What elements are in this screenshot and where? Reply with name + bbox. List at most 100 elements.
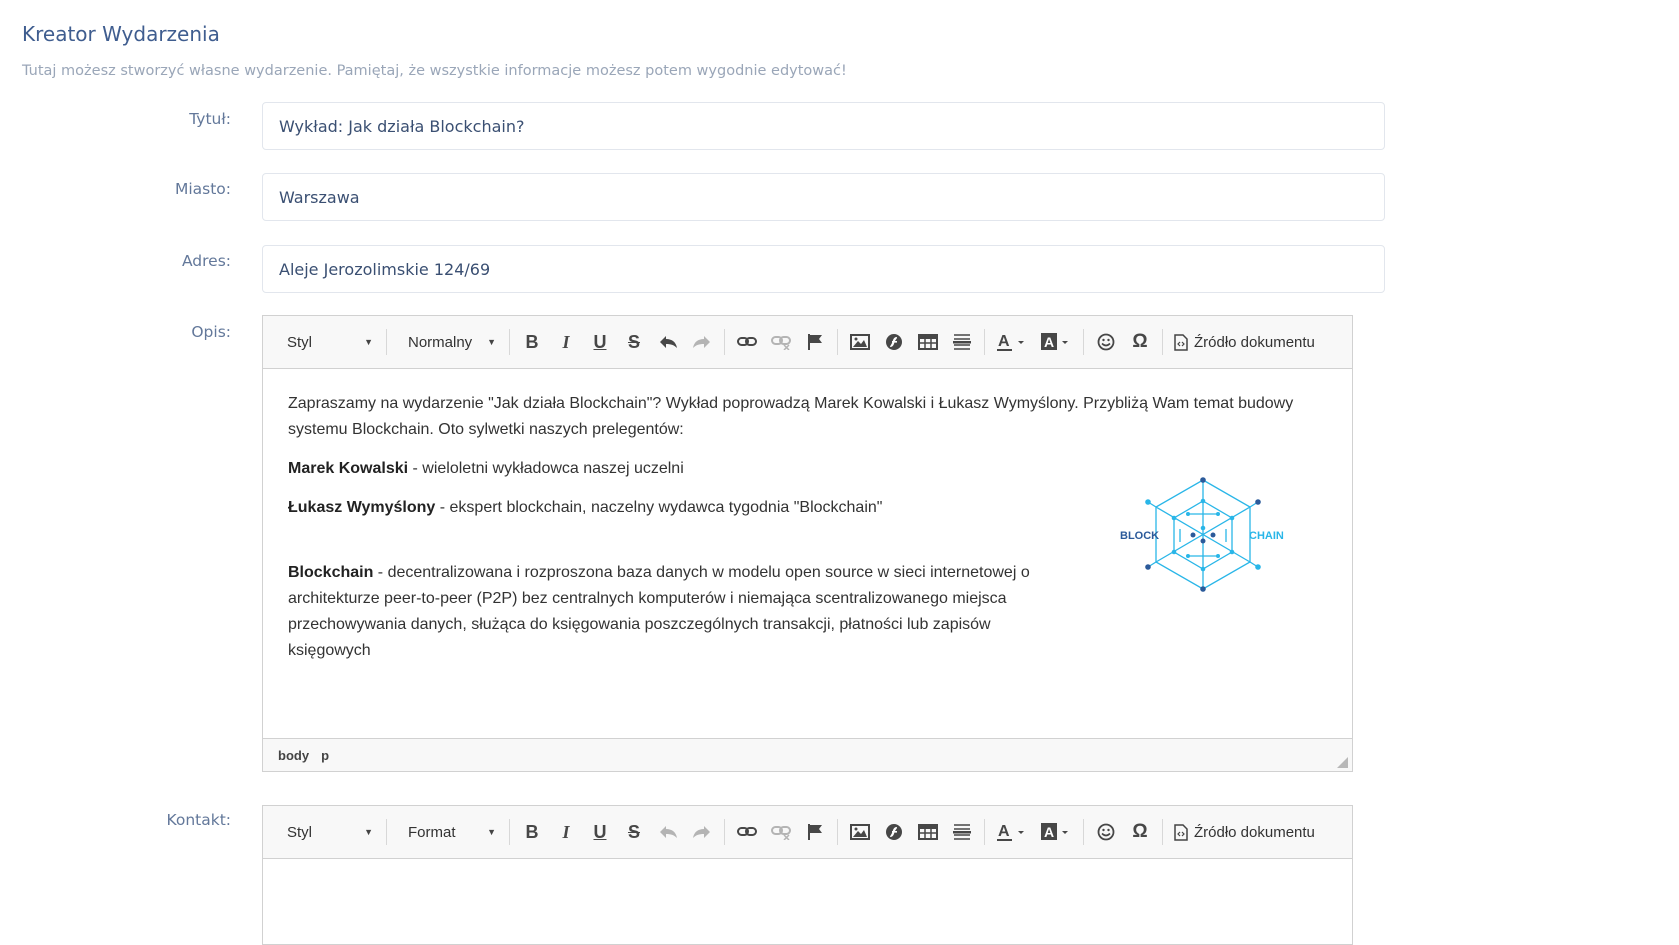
smiley-icon [1097, 823, 1115, 841]
horizontal-rule-icon [953, 824, 971, 840]
toolbar-separator [1083, 819, 1084, 845]
text-color-button[interactable]: A [992, 817, 1032, 847]
unlink-icon [771, 336, 791, 350]
undo-button[interactable] [653, 327, 683, 357]
bold-button[interactable]: B [517, 817, 547, 847]
logo-left-text: BLOCK [1120, 530, 1159, 542]
italic-button[interactable]: I [551, 817, 581, 847]
text-color-icon: A [997, 333, 1024, 351]
format-combo[interactable]: Format ▼ [392, 817, 504, 847]
redo-icon [693, 826, 710, 838]
toolbar-separator [984, 819, 985, 845]
unlink-button[interactable] [766, 327, 796, 357]
logo-right-text: CHAIN [1249, 530, 1284, 542]
svg-text:A: A [998, 823, 1010, 840]
text-color-button[interactable]: A [992, 327, 1032, 357]
chevron-down-icon: ▼ [364, 337, 373, 347]
toolbar-separator [386, 819, 387, 845]
style-combo[interactable]: Styl ▼ [271, 817, 381, 847]
strikethrough-icon: S [627, 821, 640, 842]
city-label: Miasto: [174, 180, 231, 198]
table-icon [918, 824, 938, 840]
description-label: Opis: [191, 323, 231, 341]
blockchain-definition: Blockchain - decentralizowana i rozprosz… [288, 560, 1048, 664]
image-button[interactable] [845, 817, 875, 847]
speaker1-name: Marek Kowalski [288, 460, 409, 477]
resize-handle[interactable] [1337, 757, 1348, 768]
underline-button[interactable]: U [585, 817, 615, 847]
event-creator-page: Kreator Wydarzenia Tutaj możesz stworzyć… [0, 0, 1679, 945]
city-input[interactable] [262, 173, 1385, 221]
contact-label: Kontakt: [166, 811, 231, 829]
flash-icon [886, 824, 902, 840]
undo-icon [660, 336, 677, 348]
definition-term: Blockchain [288, 564, 374, 581]
undo-icon [660, 826, 677, 838]
intro-paragraph: Zapraszamy na wydarzenie "Jak działa Blo… [288, 395, 1294, 438]
source-document-icon [1174, 823, 1188, 841]
redo-button[interactable] [687, 817, 717, 847]
style-combo[interactable]: Styl ▼ [271, 327, 381, 357]
source-button[interactable]: Źródło dokumentu [1168, 327, 1321, 357]
special-char-button[interactable]: Ω [1125, 817, 1155, 847]
definition-text: - decentralizowana i rozproszona baza da… [288, 564, 1030, 659]
path-p[interactable]: p [321, 748, 329, 763]
speaker2-description: - ekspert blockchain, naczelny wydawca t… [435, 499, 883, 516]
path-body[interactable]: body [278, 748, 309, 763]
image-button[interactable] [845, 327, 875, 357]
underline-icon: U [593, 821, 607, 842]
undo-button[interactable] [653, 817, 683, 847]
address-input[interactable] [262, 245, 1385, 293]
redo-button[interactable] [687, 327, 717, 357]
page-subtitle: Tutaj możesz stworzyć własne wydarzenie.… [22, 63, 847, 79]
strikethrough-button[interactable]: S [619, 817, 649, 847]
smiley-button[interactable] [1091, 327, 1121, 357]
text-color-icon: A [997, 823, 1024, 841]
toolbar-separator [1162, 819, 1163, 845]
toolbar-separator [837, 329, 838, 355]
format-combo[interactable]: Normalny ▼ [392, 327, 504, 357]
title-input[interactable] [262, 102, 1385, 150]
italic-button[interactable]: I [551, 327, 581, 357]
chevron-down-icon: ▼ [487, 337, 496, 347]
element-path-bar: body p [263, 738, 1352, 771]
style-combo-label: Styl [287, 333, 313, 351]
underline-button[interactable]: U [585, 327, 615, 357]
source-button[interactable]: Źródło dokumentu [1168, 817, 1321, 847]
underline-icon: U [593, 331, 607, 352]
svg-text:A: A [998, 333, 1010, 350]
style-combo-label: Styl [287, 823, 313, 841]
anchor-button[interactable] [800, 327, 830, 357]
image-icon [850, 334, 870, 350]
special-char-button[interactable]: Ω [1125, 327, 1155, 357]
format-combo-label: Format [408, 823, 456, 841]
bold-icon: B [525, 821, 539, 842]
unlink-button[interactable] [766, 817, 796, 847]
contact-content[interactable] [263, 859, 1352, 945]
title-label: Tytuł: [189, 110, 231, 128]
background-color-button[interactable]: A [1036, 327, 1076, 357]
link-button[interactable] [732, 817, 762, 847]
horizontal-rule-button[interactable] [947, 327, 977, 357]
source-button-label: Źródło dokumentu [1194, 333, 1315, 351]
italic-icon: I [562, 821, 570, 842]
anchor-button[interactable] [800, 817, 830, 847]
background-color-button[interactable]: A [1036, 817, 1076, 847]
table-button[interactable] [913, 327, 943, 357]
strikethrough-button[interactable]: S [619, 327, 649, 357]
horizontal-rule-button[interactable] [947, 817, 977, 847]
horizontal-rule-icon [953, 334, 971, 350]
bold-icon: B [525, 331, 539, 352]
flash-button[interactable] [879, 817, 909, 847]
toolbar-separator [837, 819, 838, 845]
flash-button[interactable] [879, 327, 909, 357]
smiley-button[interactable] [1091, 817, 1121, 847]
background-color-icon: A [1041, 823, 1068, 840]
table-button[interactable] [913, 817, 943, 847]
redo-icon [693, 336, 710, 348]
omega-icon: Ω [1132, 331, 1148, 352]
bold-button[interactable]: B [517, 327, 547, 357]
link-button[interactable] [732, 327, 762, 357]
description-content[interactable]: Zapraszamy na wydarzenie "Jak działa Blo… [263, 369, 1352, 738]
image-icon [850, 824, 870, 840]
